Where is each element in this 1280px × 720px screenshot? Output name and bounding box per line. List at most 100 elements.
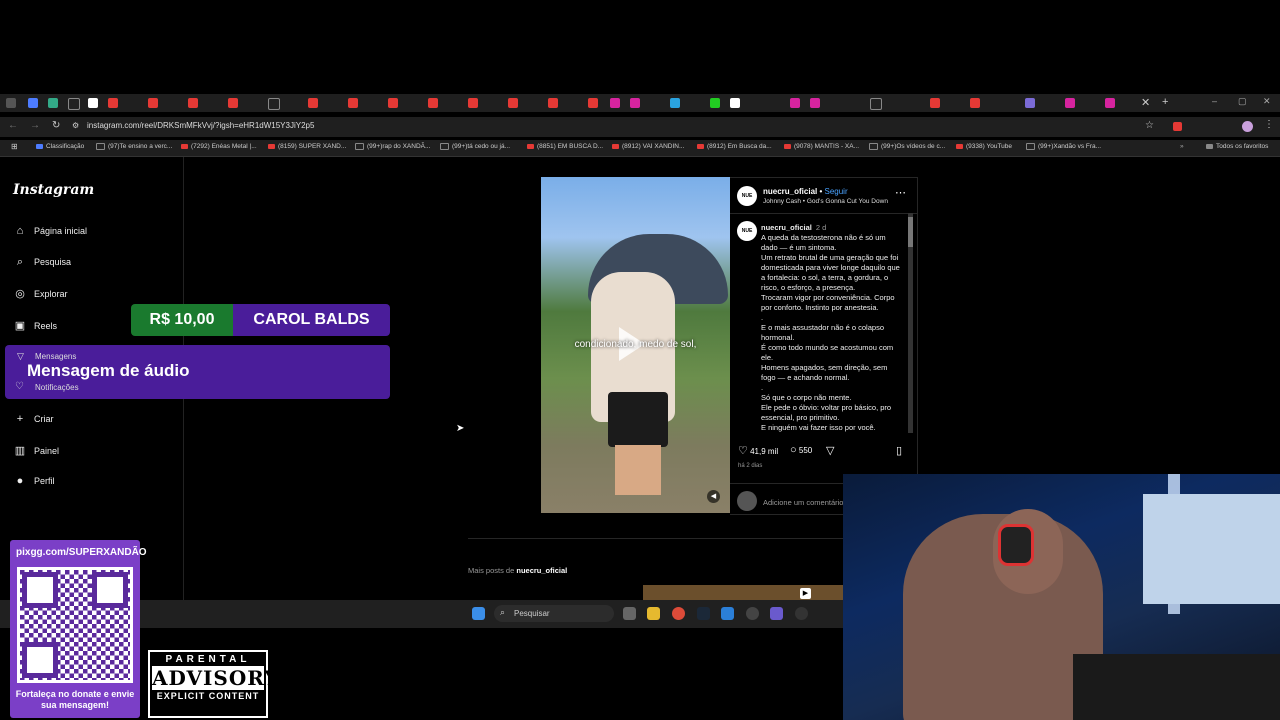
tab[interactable] xyxy=(508,98,518,108)
tab[interactable] xyxy=(308,98,318,108)
bookmark-star-icon[interactable]: ☆ xyxy=(1145,120,1154,131)
reel-video[interactable]: condicionado, medo de sol, ◀ xyxy=(541,177,730,513)
chrome-icon[interactable] xyxy=(672,607,685,620)
tab[interactable] xyxy=(1065,98,1075,108)
tab[interactable] xyxy=(188,98,198,108)
sidebar-item-messages[interactable]: Mensagens xyxy=(35,352,76,361)
cam-desk xyxy=(1073,654,1280,720)
bookmark-item[interactable]: (99+)Xandão vs Fra... xyxy=(1026,143,1101,150)
tab[interactable] xyxy=(870,98,882,110)
tab[interactable] xyxy=(228,98,238,108)
instagram-logo[interactable]: Instagram xyxy=(13,182,94,198)
steam-icon[interactable] xyxy=(697,607,710,620)
bookmark-item[interactable]: (99+)rap do XANDÃ... xyxy=(355,143,430,150)
close-tab-icon[interactable]: ✕ xyxy=(1141,96,1150,109)
bookmark-item[interactable]: (7292) Enéas Metal |... xyxy=(181,143,257,150)
tab[interactable] xyxy=(108,98,118,108)
caption-username[interactable]: nuecru_oficial xyxy=(761,223,812,232)
post-music[interactable]: Johnny Cash • God's Gonna Cut You Down xyxy=(763,198,888,205)
tab[interactable] xyxy=(348,98,358,108)
tab[interactable] xyxy=(810,98,820,108)
settings-icon[interactable] xyxy=(746,607,759,620)
menu-icon[interactable]: ⋮ xyxy=(1264,119,1274,130)
author-avatar[interactable]: NUE xyxy=(737,186,757,206)
scrollbar-thumb[interactable] xyxy=(908,217,913,247)
apps-icon[interactable]: ⊞ xyxy=(11,142,18,151)
tab[interactable] xyxy=(548,98,558,108)
sidebar-item-explore[interactable]: ◎ Explorar xyxy=(13,287,67,300)
bookmark-item[interactable]: (8912) Em Busca da... xyxy=(697,143,772,150)
sidebar-item-search[interactable]: ⌕ Pesquisa xyxy=(13,256,71,269)
tab[interactable] xyxy=(428,98,438,108)
tab[interactable] xyxy=(268,98,280,110)
tab[interactable] xyxy=(790,98,800,108)
comment-input[interactable]: Adicione um comentário... xyxy=(763,498,850,507)
tab[interactable] xyxy=(1105,98,1115,108)
tab[interactable] xyxy=(88,98,98,108)
tab[interactable] xyxy=(670,98,680,108)
close-window-icon[interactable]: ✕ xyxy=(1263,96,1271,107)
comment-button[interactable]: ○ 550 xyxy=(790,444,812,456)
forward-icon[interactable]: → xyxy=(30,120,40,131)
tab[interactable] xyxy=(630,98,640,108)
bookmark-item[interactable]: (9078) MANTIS - XA... xyxy=(784,143,859,150)
tab[interactable] xyxy=(148,98,158,108)
all-favorites-folder[interactable]: Todos os favoritos xyxy=(1206,143,1268,150)
mute-icon[interactable]: ◀ xyxy=(707,490,720,503)
bookmark-item[interactable]: (99+)tá cedo ou já... xyxy=(440,143,510,150)
caption-scrollbar[interactable] xyxy=(908,213,913,433)
back-icon[interactable]: ← xyxy=(8,120,18,131)
tab[interactable] xyxy=(468,98,478,108)
sidebar-item-profile[interactable]: ● Perfil xyxy=(13,475,55,487)
app-icon[interactable] xyxy=(770,607,783,620)
tab[interactable] xyxy=(730,98,740,108)
sidebar-item-notifications[interactable]: Notificações xyxy=(35,383,79,392)
tab[interactable] xyxy=(970,98,980,108)
minimize-icon[interactable]: – xyxy=(1212,96,1217,106)
new-tab-icon[interactable]: + xyxy=(1162,96,1168,108)
bookmark-item[interactable]: (8159) SUPER XAND... xyxy=(268,143,346,150)
profile-avatar-icon[interactable] xyxy=(1242,121,1253,132)
bookmark-item[interactable]: (97)Te ensino a verc... xyxy=(96,143,172,150)
bookmark-item[interactable]: Classificação xyxy=(36,143,84,150)
tab[interactable] xyxy=(588,98,598,108)
sidebar-item-home[interactable]: ⌂ Página inicial xyxy=(13,225,87,237)
taskbar-search[interactable]: ⌕ Pesquisar xyxy=(494,605,614,622)
app-icon[interactable] xyxy=(721,607,734,620)
tab[interactable] xyxy=(6,98,16,108)
url-field[interactable]: instagram.com/reel/DRKSmMFkVvj/?igsh=eHR… xyxy=(87,121,314,130)
tab[interactable] xyxy=(48,98,58,108)
tab[interactable] xyxy=(710,98,720,108)
sidebar-item-create[interactable]: + Criar xyxy=(13,413,54,425)
app-icon[interactable] xyxy=(795,607,808,620)
tab[interactable] xyxy=(610,98,620,108)
tab[interactable] xyxy=(68,98,80,110)
tab[interactable] xyxy=(1025,98,1035,108)
sidebar-item-reels[interactable]: ▣ Reels xyxy=(13,319,57,332)
author-username[interactable]: nuecru_oficial xyxy=(763,187,817,196)
windows-start-icon[interactable] xyxy=(472,607,485,620)
share-icon[interactable]: ▽ xyxy=(826,444,834,457)
more-options-icon[interactable]: ⋯ xyxy=(895,186,906,199)
tab[interactable] xyxy=(930,98,940,108)
task-view-icon[interactable] xyxy=(623,607,636,620)
bookmark-item[interactable]: (9338) YouTube xyxy=(956,143,1012,150)
save-bookmark-icon[interactable]: ▯ xyxy=(896,444,902,457)
reload-icon[interactable]: ↻ xyxy=(52,120,60,131)
tab[interactable] xyxy=(28,98,38,108)
bookmark-item[interactable]: (8851) EM BUSCA D... xyxy=(527,143,603,150)
more-posts-username[interactable]: nuecru_oficial xyxy=(516,566,567,575)
bookmarks-overflow-icon[interactable]: » xyxy=(1180,143,1184,150)
tab[interactable] xyxy=(388,98,398,108)
file-explorer-icon[interactable] xyxy=(647,607,660,620)
extension-icon[interactable] xyxy=(1173,122,1182,131)
like-button[interactable]: ♡ 41,9 mil xyxy=(738,444,778,457)
caption-avatar[interactable]: NUE xyxy=(737,221,757,241)
bookmark-item[interactable]: (99+)Os vídeos de c... xyxy=(869,143,945,150)
follow-button[interactable]: Seguir xyxy=(825,187,848,196)
bookmark-item[interactable]: (8912) VAI XANDIN... xyxy=(612,143,684,150)
sidebar-item-dashboard[interactable]: ▥ Painel xyxy=(13,444,59,457)
maximize-icon[interactable]: ▢ xyxy=(1238,96,1247,107)
site-info-icon[interactable]: ⚙ xyxy=(72,121,79,130)
donation-amount: R$ 10,00 xyxy=(131,304,233,336)
